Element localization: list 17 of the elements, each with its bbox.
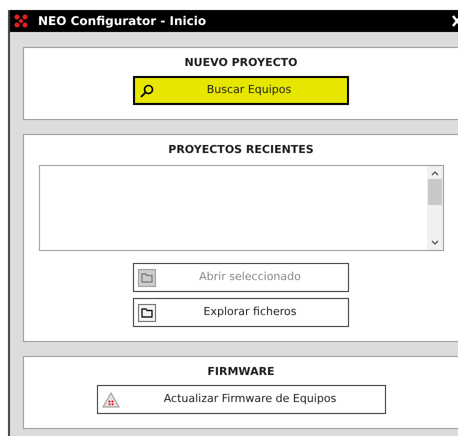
warning-triangle-icon (102, 392, 120, 408)
section-heading: FIRMWARE (207, 364, 275, 379)
scroll-thumb[interactable] (428, 179, 442, 205)
folder-icon (138, 304, 156, 322)
section-heading: PROYECTOS RECIENTES (168, 142, 314, 157)
section-heading: NUEVO PROYECTO (184, 55, 298, 70)
search-icon (139, 82, 155, 98)
scrollbar[interactable] (426, 166, 442, 250)
scroll-down-icon[interactable] (430, 240, 438, 246)
recent-projects-list[interactable] (38, 165, 444, 251)
action-button[interactable]: Buscar Equipos (133, 76, 349, 105)
action-button[interactable]: Actualizar Firmware de Equipos (96, 385, 386, 414)
scroll-up-icon[interactable] (430, 170, 438, 176)
folder-icon (138, 268, 156, 286)
action-button[interactable]: Explorar ficheros (133, 298, 349, 327)
app-logo-icon (14, 14, 28, 28)
window-title: NEO Configurator - Inicio (38, 13, 206, 30)
